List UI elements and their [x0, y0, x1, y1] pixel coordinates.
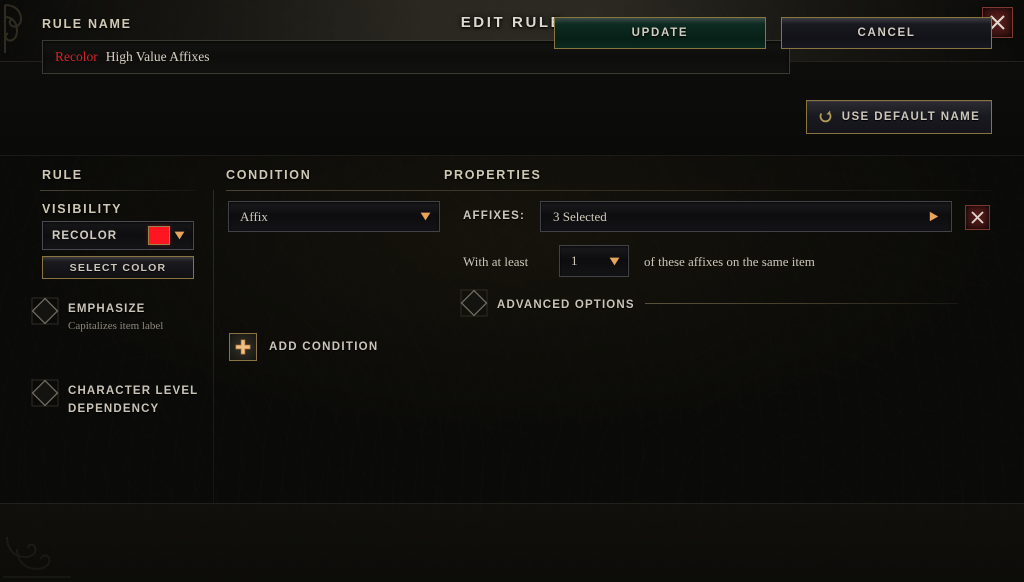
toggle-emphasize-sublabel: Capitalizes item label: [68, 320, 164, 332]
chevron-down-icon: [174, 231, 185, 240]
diamond-checkbox-icon[interactable]: [30, 378, 60, 408]
divider-main-columns: [226, 190, 992, 191]
diamond-checkbox-icon[interactable]: [459, 288, 489, 318]
at-least-count-select[interactable]: 1: [559, 245, 629, 277]
at-least-suffix-text: of these affixes on the same item: [644, 254, 815, 269]
chevron-down-icon: [420, 212, 431, 221]
close-x-icon: [971, 211, 984, 224]
update-button[interactable]: UPDATE: [554, 17, 766, 49]
rule-name-value: High Value Affixes: [105, 49, 210, 64]
divider-advanced-options: [645, 303, 958, 304]
condition-type-select[interactable]: Affix: [228, 201, 440, 232]
toggle-character-level-label-line2: DEPENDENCY: [68, 403, 160, 415]
column-header-properties: PROPERTIES: [444, 168, 542, 182]
at-least-count-value: 1: [571, 253, 578, 268]
cancel-button[interactable]: CANCEL: [781, 17, 992, 49]
visibility-label: VISIBILITY: [42, 202, 123, 216]
select-color-button[interactable]: SELECT COLOR: [42, 256, 194, 279]
rule-name-label: RULE NAME: [42, 17, 132, 31]
visibility-select[interactable]: RECOLOR: [42, 221, 194, 250]
chevron-right-icon: [929, 211, 939, 222]
condition-type-value: Affix: [240, 208, 268, 224]
divider-vertical-sidebar: [213, 190, 214, 506]
toggle-character-level-label-line1: CHARACTER LEVEL: [68, 385, 199, 397]
edit-rule-dialog: EDIT RULE RULE NAME Recolor High Value A…: [0, 0, 1024, 582]
column-header-rule: RULE: [42, 168, 83, 182]
update-button-label: UPDATE: [631, 27, 689, 39]
advanced-options-label: ADVANCED OPTIONS: [497, 299, 635, 311]
affixes-select[interactable]: 3 Selected: [540, 201, 952, 232]
chevron-down-icon: [609, 257, 620, 265]
diamond-checkbox-icon[interactable]: [30, 296, 60, 326]
affixes-select-value: 3 Selected: [553, 208, 607, 224]
toggle-advanced-options[interactable]: ADVANCED OPTIONS: [459, 288, 635, 318]
add-condition-button[interactable]: ADD CONDITION: [229, 333, 379, 361]
affixes-label: AFFIXES:: [463, 210, 525, 222]
toggle-character-level-dependency[interactable]: CHARACTER LEVEL DEPENDENCY: [30, 378, 198, 417]
rule-name-prefix: Recolor: [55, 49, 98, 64]
toggle-emphasize-label: EMPHASIZE: [68, 303, 146, 315]
visibility-select-value: RECOLOR: [52, 229, 118, 242]
dialog-footer: [0, 503, 1024, 582]
select-color-label: SELECT COLOR: [69, 261, 167, 274]
divider-rule-column: [40, 190, 196, 191]
use-default-name-button[interactable]: USE DEFAULT NAME: [806, 100, 992, 134]
toggle-emphasize[interactable]: EMPHASIZE Capitalizes item label: [30, 296, 163, 332]
plus-icon[interactable]: [229, 333, 257, 361]
cancel-button-label: CANCEL: [857, 27, 916, 39]
delete-affixes-condition-button[interactable]: [965, 205, 990, 230]
refresh-circular-arrow-icon: [819, 110, 832, 123]
color-swatch[interactable]: [148, 226, 170, 245]
use-default-name-label: USE DEFAULT NAME: [841, 111, 981, 123]
at-least-prefix-text: With at least: [463, 254, 529, 269]
column-header-condition: CONDITION: [226, 168, 312, 182]
add-condition-label: ADD CONDITION: [269, 341, 379, 353]
